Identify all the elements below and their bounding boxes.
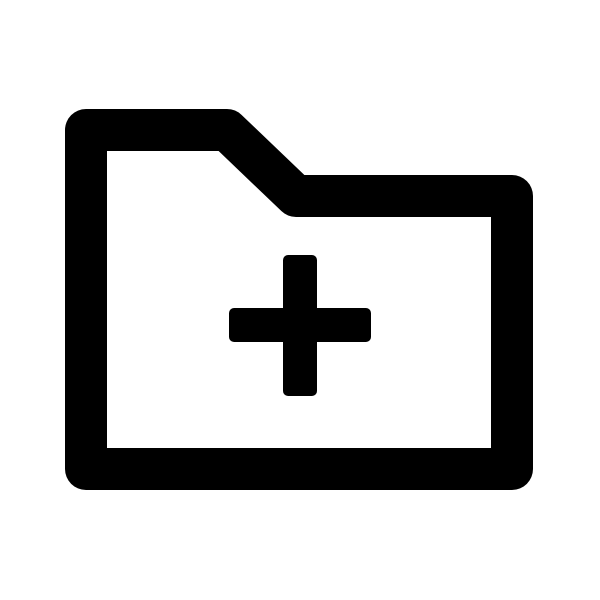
plus-horizontal-bar: [229, 308, 371, 342]
folder-add-icon: [65, 109, 533, 490]
icon-canvas: [0, 0, 600, 600]
